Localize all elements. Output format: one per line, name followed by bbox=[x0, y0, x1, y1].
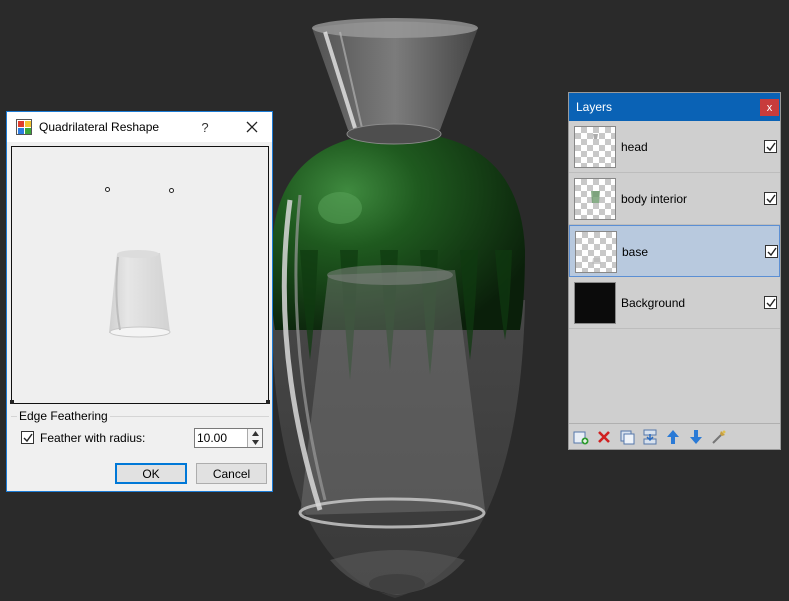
layer-thumbnail bbox=[574, 178, 616, 220]
layer-row-body-interior[interactable]: body interior bbox=[569, 173, 780, 225]
cancel-button[interactable]: Cancel bbox=[196, 463, 267, 484]
layer-list: head body interior base Background bbox=[569, 121, 780, 329]
close-button[interactable] bbox=[237, 112, 267, 142]
layers-panel: Layers x head body interior base Backgro… bbox=[568, 92, 781, 450]
dialog-titlebar[interactable]: Quadrilateral Reshape ? bbox=[7, 112, 272, 142]
radius-input[interactable] bbox=[197, 430, 247, 446]
checkmark-icon bbox=[766, 298, 776, 307]
radius-down-button[interactable] bbox=[247, 438, 262, 447]
layer-row-base[interactable]: base bbox=[569, 225, 780, 277]
layer-name: base bbox=[622, 245, 649, 259]
edge-feathering-group: Edge Feathering Feather with radius: bbox=[11, 409, 269, 454]
ok-button[interactable]: OK bbox=[115, 463, 187, 484]
layer-visibility-checkbox[interactable] bbox=[765, 245, 778, 258]
add-layer-icon[interactable] bbox=[573, 429, 589, 445]
layer-thumbnail bbox=[574, 282, 616, 324]
app-icon bbox=[16, 119, 32, 135]
layers-close-button[interactable]: x bbox=[760, 99, 779, 116]
layer-thumbnail bbox=[574, 126, 616, 168]
layer-name: Background bbox=[621, 296, 686, 310]
layer-toolbar bbox=[569, 423, 780, 449]
spin-up-icon bbox=[251, 431, 259, 436]
checkmark-icon bbox=[766, 142, 776, 151]
move-down-icon[interactable] bbox=[688, 429, 704, 445]
layer-visibility-checkbox[interactable] bbox=[764, 140, 777, 153]
layer-visibility-checkbox[interactable] bbox=[764, 192, 777, 205]
layer-visibility-checkbox[interactable] bbox=[764, 296, 777, 309]
reshape-handle-top-left[interactable] bbox=[105, 187, 110, 192]
layer-row-head[interactable]: head bbox=[569, 121, 780, 173]
checkmark-icon bbox=[766, 194, 776, 203]
layer-thumbnail bbox=[575, 231, 617, 273]
help-button[interactable]: ? bbox=[193, 112, 217, 142]
radius-stepper bbox=[194, 428, 263, 448]
preview-image bbox=[109, 250, 171, 338]
feather-checkbox[interactable] bbox=[21, 431, 34, 444]
layer-name: head bbox=[621, 140, 648, 154]
quadrilateral-reshape-dialog: Quadrilateral Reshape ? Edge Feathering … bbox=[6, 111, 273, 492]
reshape-handle-bottom-left[interactable] bbox=[10, 400, 14, 404]
properties-icon[interactable] bbox=[711, 429, 727, 445]
dialog-title: Quadrilateral Reshape bbox=[39, 120, 160, 134]
radius-up-button[interactable] bbox=[247, 429, 262, 438]
layers-title: Layers bbox=[576, 100, 613, 114]
layer-row-background[interactable]: Background bbox=[569, 277, 780, 329]
layer-name: body interior bbox=[621, 192, 688, 206]
reshape-handle-bottom-right[interactable] bbox=[266, 400, 270, 404]
merge-down-icon[interactable] bbox=[642, 429, 658, 445]
reshape-preview[interactable] bbox=[10, 146, 270, 404]
duplicate-layer-icon[interactable] bbox=[619, 429, 635, 445]
close-icon bbox=[246, 121, 258, 133]
layers-titlebar[interactable]: Layers x bbox=[569, 93, 780, 121]
move-up-icon[interactable] bbox=[665, 429, 681, 445]
feather-radius-label: Feather with radius: bbox=[40, 431, 146, 445]
checkmark-icon bbox=[23, 433, 33, 442]
spin-down-icon bbox=[251, 440, 259, 445]
checkmark-icon bbox=[767, 247, 777, 256]
delete-layer-icon[interactable] bbox=[596, 429, 612, 445]
reshape-handle-top-right[interactable] bbox=[169, 188, 174, 193]
edge-feathering-label: Edge Feathering bbox=[17, 409, 110, 423]
